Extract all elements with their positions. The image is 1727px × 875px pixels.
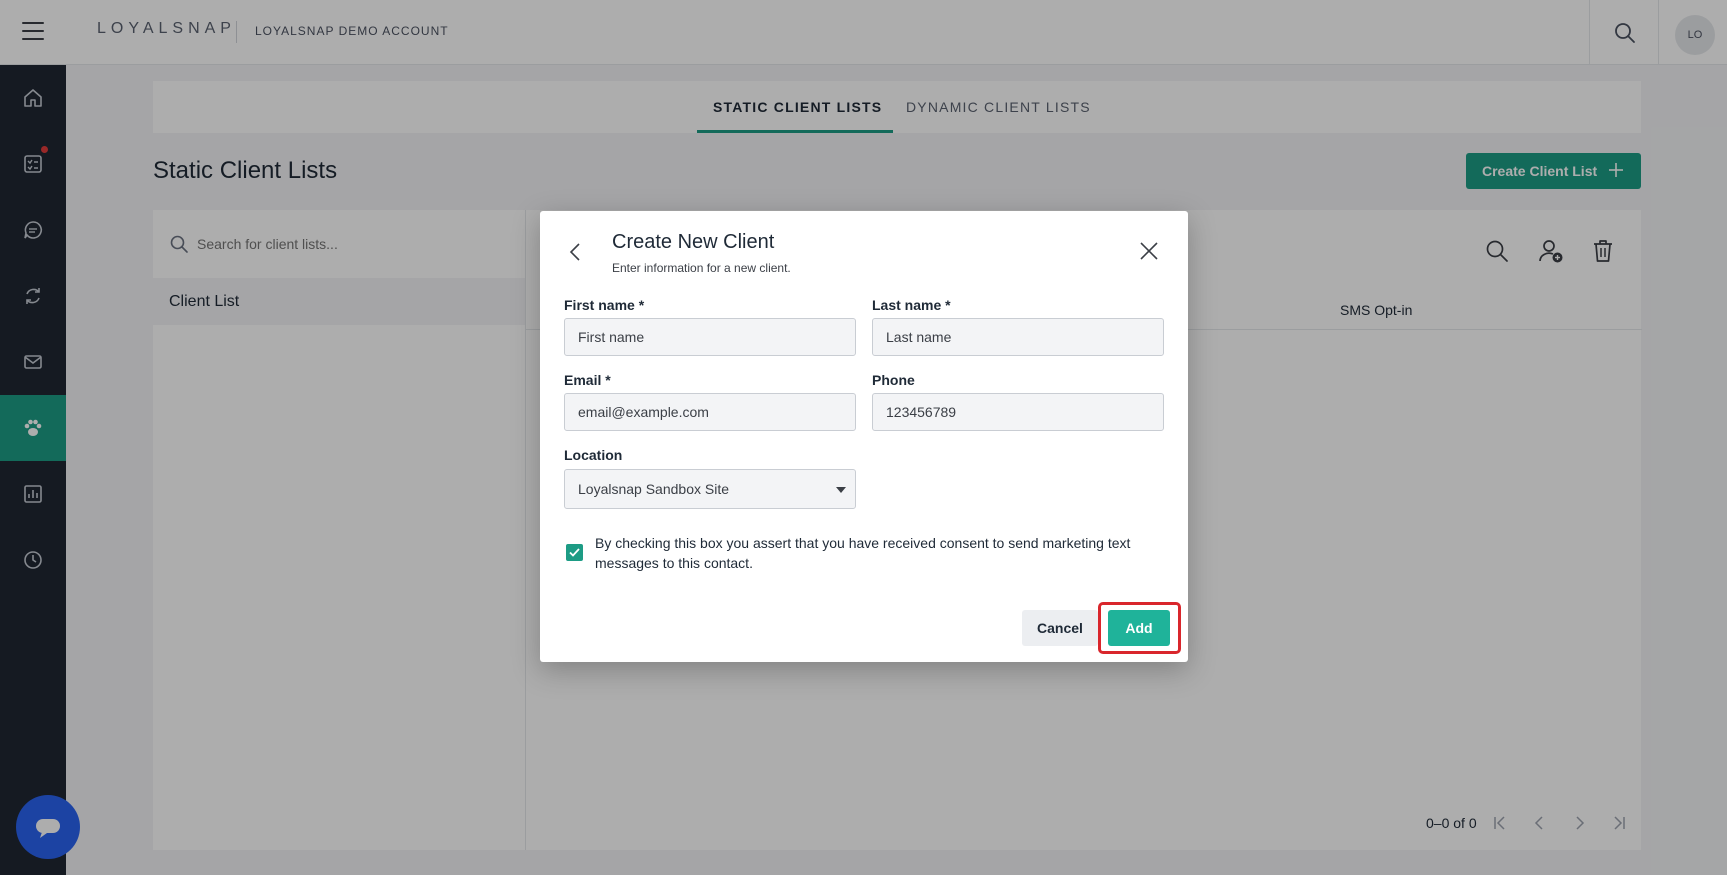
location-select[interactable]: Loyalsnap Sandbox Site [564, 469, 856, 509]
first-name-field[interactable] [564, 318, 856, 356]
location-label: Location [564, 447, 623, 463]
first-name-label: First name * [564, 297, 645, 313]
create-client-dialog: Create New Client Enter information for … [540, 211, 1188, 662]
location-value: Loyalsnap Sandbox Site [578, 481, 729, 497]
add-button-highlight [1098, 602, 1181, 654]
back-icon[interactable] [565, 241, 587, 263]
phone-field[interactable] [872, 393, 1164, 431]
close-icon[interactable] [1137, 239, 1161, 263]
phone-label: Phone [872, 372, 915, 388]
cancel-button[interactable]: Cancel [1022, 610, 1098, 646]
email-field[interactable] [564, 393, 856, 431]
dialog-title: Create New Client [612, 231, 775, 253]
dialog-subtitle: Enter information for a new client. [612, 261, 791, 275]
consent-text: By checking this box you assert that you… [595, 535, 1131, 571]
consent-checkbox[interactable] [566, 544, 583, 561]
last-name-field[interactable] [872, 318, 1164, 356]
checkmark-icon [569, 548, 580, 557]
last-name-label: Last name * [872, 297, 951, 313]
caret-down-icon [836, 487, 846, 493]
email-label: Email * [564, 372, 611, 388]
